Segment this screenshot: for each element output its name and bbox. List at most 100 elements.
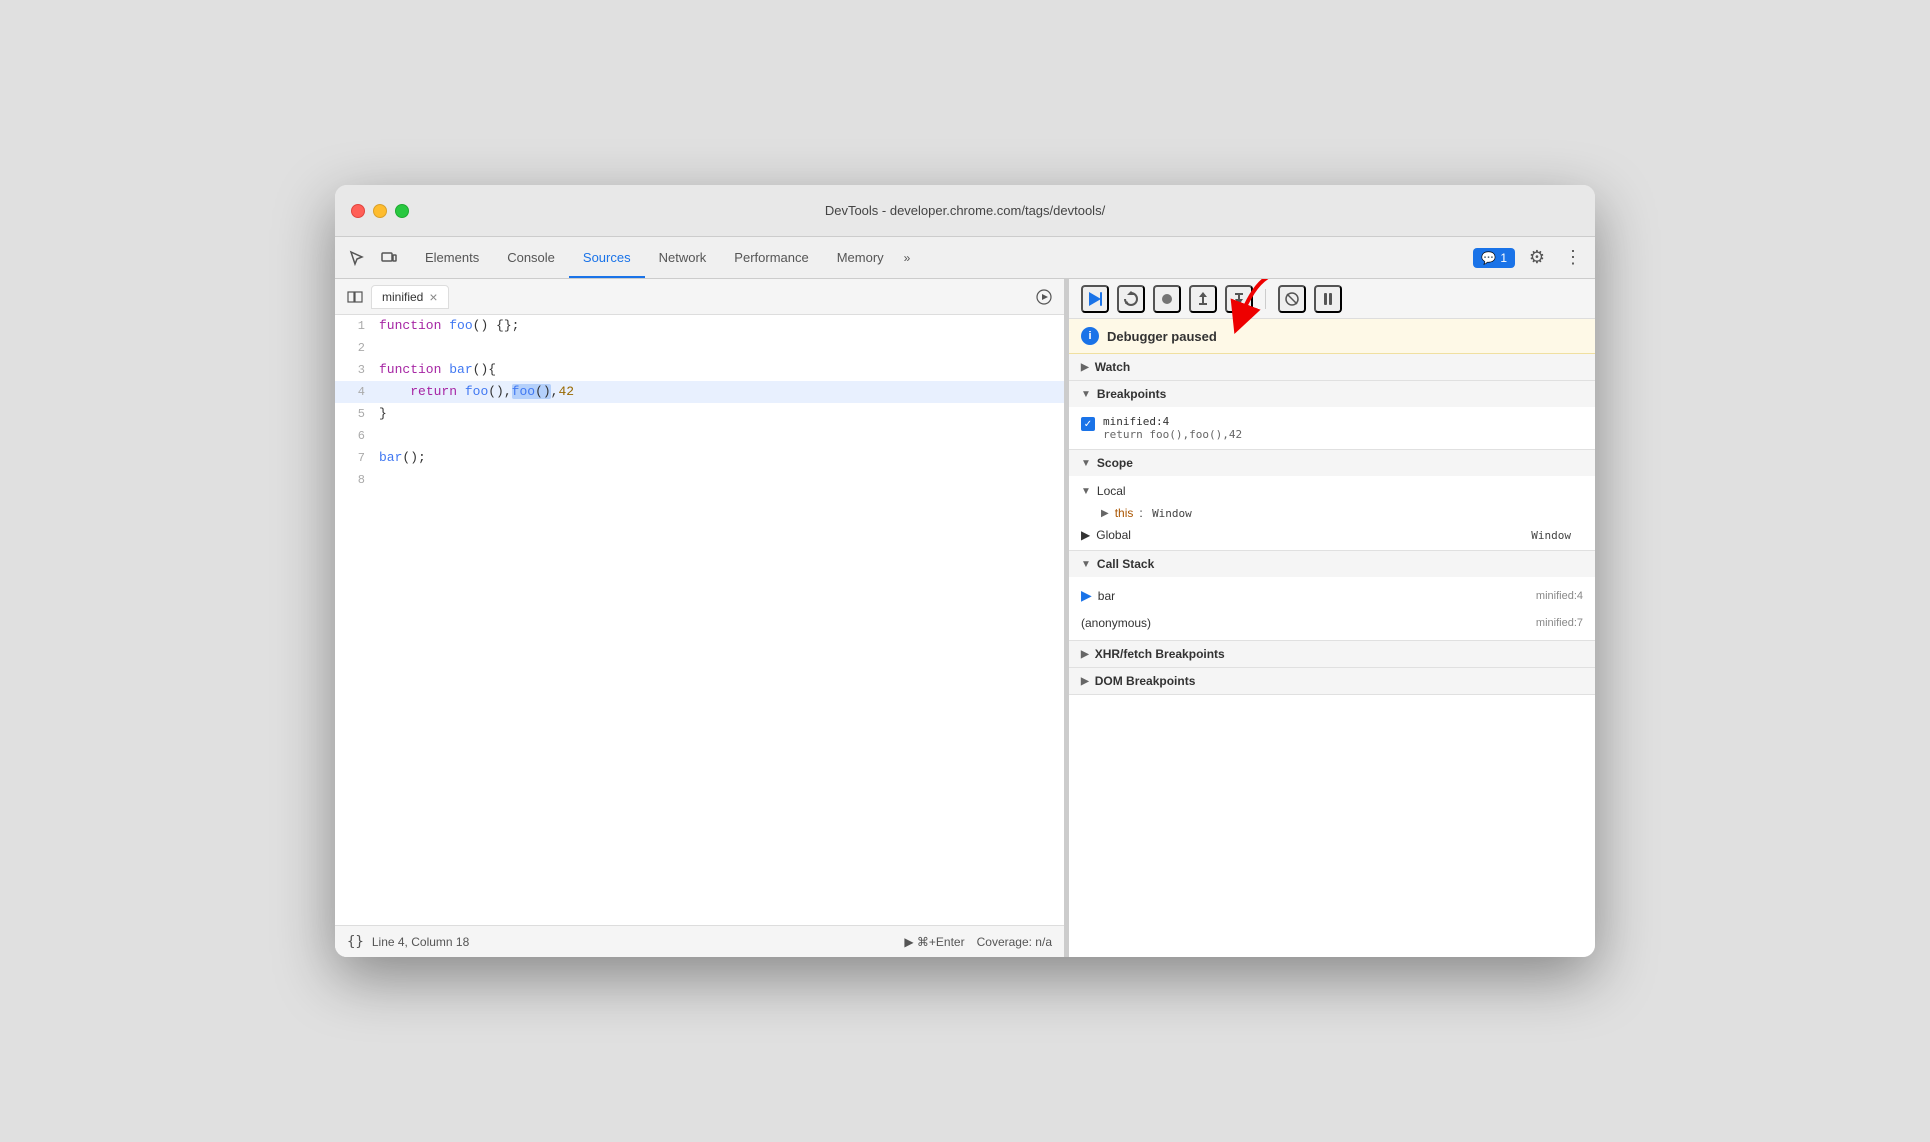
watch-header[interactable]: ▶ Watch — [1069, 354, 1595, 380]
maximize-button[interactable] — [395, 204, 409, 218]
info-icon: i — [1081, 327, 1099, 345]
code-line-4: 4 return foo(),foo(),42 — [335, 381, 1064, 403]
xhr-breakpoints-section: ▶ XHR/fetch Breakpoints — [1069, 641, 1595, 668]
step-into-button[interactable] — [1225, 285, 1253, 313]
code-line-3: 3 function bar(){ — [335, 359, 1064, 381]
pause-on-exceptions-button[interactable] — [1314, 285, 1342, 313]
line-number-5: 5 — [335, 403, 375, 425]
scope-global-value: Window — [1531, 529, 1571, 542]
tab-elements[interactable]: Elements — [411, 237, 493, 278]
xhr-breakpoints-header[interactable]: ▶ XHR/fetch Breakpoints — [1069, 641, 1595, 667]
tab-network[interactable]: Network — [645, 237, 721, 278]
debugger-toolbar — [1069, 279, 1595, 319]
settings-button[interactable]: ⚙ — [1523, 244, 1551, 272]
call-stack-name-1: (anonymous) — [1081, 616, 1151, 630]
right-panel-scroll[interactable]: i Debugger paused ▶ Watch ▼ — [1069, 319, 1595, 957]
cursor-position: Line 4, Column 18 — [372, 935, 469, 949]
breakpoint-info: minified:4 return foo(),foo(),42 — [1103, 415, 1242, 441]
deactivate-breakpoints-button[interactable] — [1278, 285, 1306, 313]
status-bar-right: ▶ ⌘+Enter Coverage: n/a — [904, 935, 1052, 949]
inspect-icon[interactable] — [343, 244, 371, 272]
code-line-5: 5 } — [335, 403, 1064, 425]
dom-arrow-icon: ▶ — [1081, 676, 1089, 687]
scope-global-row[interactable]: ▶ Global Window — [1069, 524, 1595, 546]
line-content-1: function foo() {}; — [375, 315, 519, 337]
line-content-6 — [375, 425, 387, 447]
call-stack-item-0[interactable]: ▶ bar minified:4 — [1069, 581, 1595, 610]
line-content-7: bar(); — [375, 447, 426, 469]
resume-button[interactable] — [1081, 285, 1109, 313]
dom-breakpoints-section: ▶ DOM Breakpoints — [1069, 668, 1595, 695]
breakpoints-section: ▼ Breakpoints ✓ minified:4 return foo(),… — [1069, 381, 1595, 450]
tab-sources[interactable]: Sources — [569, 237, 645, 278]
line-number-6: 6 — [335, 425, 375, 447]
xhr-label: XHR/fetch Breakpoints — [1095, 647, 1225, 661]
expand-sidebar-button[interactable] — [343, 285, 367, 309]
issues-badge-button[interactable]: 💬 1 — [1473, 248, 1515, 268]
debugger-panel: i Debugger paused ▶ Watch ▼ — [1069, 279, 1595, 957]
format-button[interactable]: {} — [347, 934, 364, 950]
watch-arrow-icon: ▶ — [1081, 362, 1089, 373]
call-stack-loc-0: minified:4 — [1536, 590, 1583, 602]
line-content-8 — [375, 469, 387, 491]
tab-memory[interactable]: Memory — [823, 237, 898, 278]
run-button-status[interactable]: ▶ ⌘+Enter — [904, 935, 964, 949]
scope-local-header[interactable]: ▼ Local — [1069, 480, 1595, 502]
editor-panel: minified × — [335, 279, 1065, 957]
file-tab-close-button[interactable]: × — [429, 290, 437, 304]
toolbar-icons — [343, 244, 403, 272]
call-stack-name-0: ▶ bar — [1081, 587, 1115, 604]
file-tab-minified[interactable]: minified × — [371, 285, 449, 309]
run-snippet-button[interactable] — [1032, 285, 1056, 309]
traffic-lights — [351, 204, 409, 218]
scope-this-item[interactable]: ▶ this : Window — [1069, 502, 1595, 524]
code-lines: 1 function foo() {}; 2 3 function bar(){ — [335, 315, 1064, 491]
close-button[interactable] — [351, 204, 365, 218]
status-bar-left: {} Line 4, Column 18 — [347, 934, 469, 950]
more-menu-button[interactable]: ⋮ — [1559, 244, 1587, 272]
step-button[interactable] — [1153, 285, 1181, 313]
breakpoints-header[interactable]: ▼ Breakpoints — [1069, 381, 1595, 407]
tab-console[interactable]: Console — [493, 237, 569, 278]
call-stack-loc-1: minified:7 — [1536, 617, 1583, 629]
scope-colon: : — [1139, 506, 1146, 520]
editor-toolbar-left: minified × — [343, 285, 449, 309]
debugger-paused-text: Debugger paused — [1107, 329, 1217, 344]
device-toggle-icon[interactable] — [375, 244, 403, 272]
watch-label: Watch — [1095, 360, 1131, 374]
scope-local-arrow-icon: ▼ — [1081, 486, 1091, 497]
line-number-8: 8 — [335, 469, 375, 491]
call-stack-item-1[interactable]: (anonymous) minified:7 — [1069, 610, 1595, 636]
scope-content: ▼ Local ▶ this : Window — [1069, 476, 1595, 550]
status-bar: {} Line 4, Column 18 ▶ ⌘+Enter Coverage:… — [335, 925, 1064, 957]
breakpoints-arrow-icon: ▼ — [1081, 389, 1091, 400]
call-stack-current-icon: ▶ — [1081, 587, 1092, 604]
devtools-container: Elements Console Sources Network Perform… — [335, 237, 1595, 957]
devtools-window: DevTools - developer.chrome.com/tags/dev… — [335, 185, 1595, 957]
line-number-2: 2 — [335, 337, 375, 359]
breakpoint-code: return foo(),foo(),42 — [1103, 428, 1242, 441]
call-stack-header[interactable]: ▼ Call Stack — [1069, 551, 1595, 577]
step-over-button[interactable] — [1117, 285, 1145, 313]
call-stack-content: ▶ bar minified:4 (anonymous) minified:7 — [1069, 577, 1595, 640]
tab-bar-right: 💬 1 ⚙ ⋮ — [1473, 244, 1587, 272]
call-stack-label: Call Stack — [1097, 557, 1154, 571]
code-editor[interactable]: 1 function foo() {}; 2 3 function bar(){ — [335, 315, 1064, 925]
scope-local-label: Local — [1097, 484, 1126, 498]
dom-label: DOM Breakpoints — [1095, 674, 1196, 688]
breakpoints-content: ✓ minified:4 return foo(),foo(),42 — [1069, 407, 1595, 449]
step-out-button[interactable] — [1189, 285, 1217, 313]
line-number-1: 1 — [335, 315, 375, 337]
breakpoint-item-0: ✓ minified:4 return foo(),foo(),42 — [1069, 411, 1595, 445]
scope-header[interactable]: ▼ Scope — [1069, 450, 1595, 476]
minimize-button[interactable] — [373, 204, 387, 218]
dom-breakpoints-header[interactable]: ▶ DOM Breakpoints — [1069, 668, 1595, 694]
call-stack-section: ▼ Call Stack ▶ bar minified:4 — [1069, 551, 1595, 641]
tab-performance[interactable]: Performance — [720, 237, 822, 278]
more-menu-icon: ⋮ — [1564, 247, 1582, 268]
scope-global-arrow-icon: ▶ — [1081, 528, 1090, 542]
call-stack-arrow-icon: ▼ — [1081, 559, 1091, 570]
watch-section: ▶ Watch — [1069, 354, 1595, 381]
more-tabs-button[interactable]: » — [898, 247, 917, 269]
breakpoint-checkbox[interactable]: ✓ — [1081, 417, 1095, 431]
